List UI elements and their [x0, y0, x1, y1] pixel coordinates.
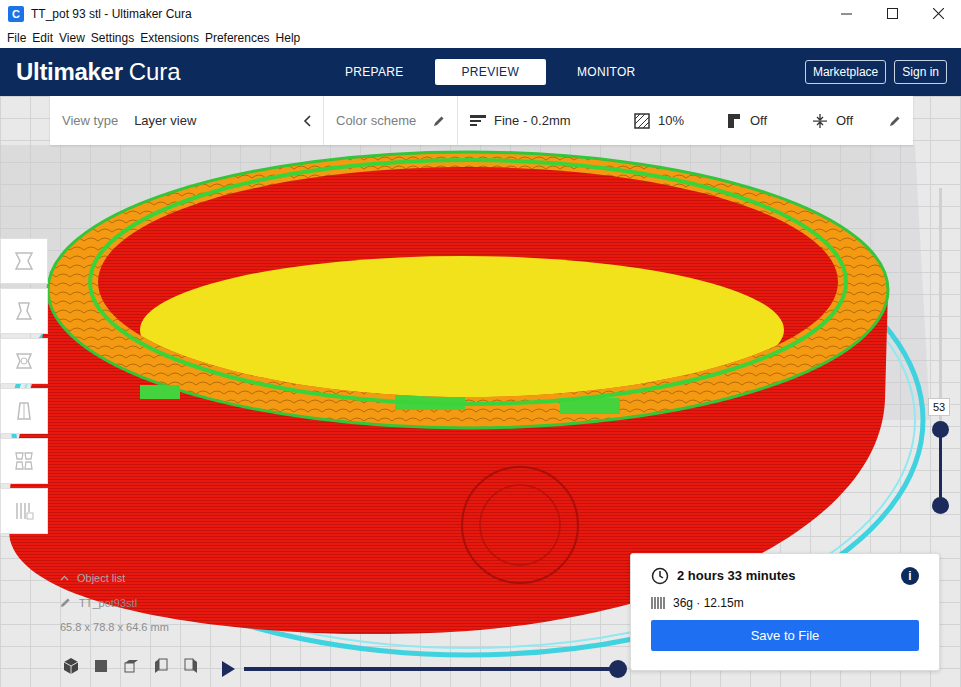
menu-item[interactable]: Extensions [137, 29, 202, 47]
pencil-icon[interactable] [433, 115, 445, 127]
simulation-track[interactable] [244, 667, 618, 671]
adhesion-value[interactable]: Off [836, 111, 889, 131]
marketplace-button[interactable]: Marketplace [805, 60, 886, 84]
lower-layer-handle[interactable] [932, 497, 949, 514]
cura-window: C TT_pot 93 stl - Ultimaker Cura FileEdi… [0, 0, 961, 687]
rotate-icon [13, 350, 35, 372]
stage-tab[interactable]: MONITOR [562, 59, 651, 85]
simulation-bar [220, 659, 618, 679]
object-name[interactable]: TT_pot93stl [79, 595, 137, 612]
tool-column [0, 238, 48, 534]
simulation-fill [244, 667, 618, 671]
viewport[interactable]: View type Layer view Color scheme Fine -… [0, 96, 961, 687]
menu-item[interactable]: Preferences [202, 29, 273, 47]
object-name-row[interactable]: TT_pot93stl [60, 595, 169, 612]
print-setup-bar: View type Layer view Color scheme Fine -… [50, 96, 913, 145]
print-time-row: 2 hours 33 minutes i [651, 566, 919, 586]
play-icon[interactable] [220, 660, 236, 678]
pencil-icon[interactable] [889, 115, 901, 127]
chevron-up-icon[interactable] [60, 575, 69, 581]
3d-view-icon[interactable] [62, 657, 80, 675]
object-list-title: Object list [77, 570, 125, 587]
menu-item[interactable]: Help [273, 29, 304, 47]
tool-button[interactable] [0, 488, 48, 534]
material-row: 36g · 12.15m [651, 594, 919, 612]
print-info-card: 2 hours 33 minutes i 36g · 12.15m Save t… [630, 553, 940, 671]
color-scheme-selector[interactable]: Color scheme [323, 96, 457, 145]
support-value[interactable]: Off [750, 111, 812, 131]
stage-tab[interactable]: PREPARE [330, 59, 419, 85]
menu-item[interactable]: File [4, 29, 29, 47]
simulation-handle[interactable] [609, 660, 627, 678]
window-title: TT_pot 93 stl - Ultimaker Cura [31, 5, 823, 23]
tool-button[interactable] [0, 238, 48, 284]
logo: UltimakerCura [16, 60, 181, 84]
camera-view-buttons [62, 657, 200, 675]
info-button[interactable]: i [901, 567, 919, 585]
right-view-icon[interactable] [182, 657, 200, 675]
view-type-value[interactable]: Layer view [134, 111, 303, 131]
layer-slider-fill [939, 430, 942, 506]
stage-tabs: PREPARE PREVIEW MONITOR [330, 59, 651, 85]
profile-value[interactable]: Fine - 0.2mm [494, 111, 634, 131]
move-icon [13, 250, 35, 272]
infill-value[interactable]: 10% [658, 111, 726, 131]
filament-icon [651, 596, 665, 610]
object-dimensions: 65.8 x 78.8 x 64.6 mm [60, 619, 169, 636]
mirror-icon [13, 400, 35, 422]
object-list: Object list TT_pot93stl 65.8 x 78.8 x 64… [60, 570, 169, 636]
app-icon: C [8, 6, 24, 22]
title-bar: C TT_pot 93 stl - Ultimaker Cura [0, 0, 961, 27]
material-usage: 36g · 12.15m [673, 594, 744, 612]
maximize-icon[interactable] [869, 0, 915, 27]
chevron-left-icon[interactable] [303, 115, 311, 127]
adhesion-icon [812, 113, 828, 129]
clock-icon [651, 567, 669, 585]
upper-layer-handle[interactable] [932, 421, 949, 438]
object-list-header[interactable]: Object list [60, 570, 169, 587]
stage-tab[interactable]: PREVIEW [435, 59, 546, 85]
view-type-selector[interactable]: View type Layer view [50, 96, 323, 145]
menu-item[interactable]: Edit [29, 29, 56, 47]
top-view-icon[interactable] [122, 657, 140, 675]
tool-button[interactable] [0, 288, 48, 334]
menu-bar: FileEditViewSettingsExtensionsPreference… [0, 27, 961, 48]
sign-in-button[interactable]: Sign in [894, 60, 947, 84]
infill-icon [634, 113, 650, 129]
layer-number[interactable]: 53 [928, 398, 950, 416]
layer-slider[interactable]: 53 [925, 188, 957, 506]
per-model-settings-icon [13, 450, 35, 472]
tool-button[interactable] [0, 438, 48, 484]
color-scheme-label: Color scheme [336, 111, 433, 131]
support-icon [726, 113, 742, 129]
layer-slider-track[interactable] [939, 188, 942, 506]
print-settings[interactable]: Fine - 0.2mm 10% Off Off [457, 96, 913, 145]
close-icon[interactable] [915, 0, 961, 27]
minimize-icon[interactable] [823, 0, 869, 27]
pencil-icon[interactable] [60, 597, 71, 608]
header-buttons: Marketplace Sign in [805, 60, 947, 84]
front-view-icon[interactable] [92, 657, 110, 675]
menu-item[interactable]: View [56, 29, 88, 47]
layer-height-icon [470, 114, 486, 128]
print-time: 2 hours 33 minutes [677, 566, 901, 586]
support-blocker-icon [13, 500, 35, 522]
scale-icon [13, 300, 35, 322]
view-type-label: View type [62, 111, 118, 131]
app-header: UltimakerCura PREPARE PREVIEW MONITOR Mark… [0, 48, 961, 96]
left-view-icon[interactable] [152, 657, 170, 675]
tool-button[interactable] [0, 338, 48, 384]
save-button[interactable]: Save to File [651, 620, 919, 652]
menu-item[interactable]: Settings [88, 29, 137, 47]
tool-button[interactable] [0, 388, 48, 434]
